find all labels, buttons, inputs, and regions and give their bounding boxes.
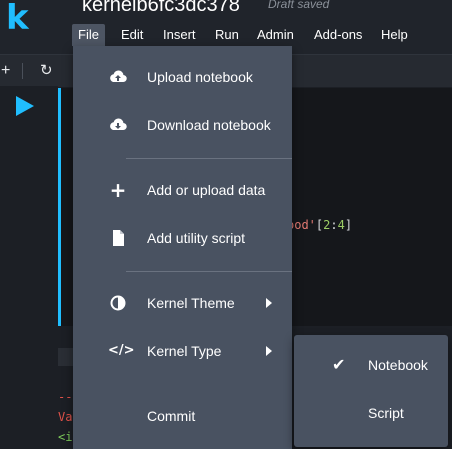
kernel-type-notebook-option[interactable]: ✔ Notebook — [294, 341, 448, 389]
toolbar-divider — [22, 63, 23, 79]
script-option-label: Script — [368, 405, 404, 421]
refresh-icon[interactable]: ↻ — [40, 61, 53, 81]
commit-label: Commit — [147, 408, 196, 424]
chevron-right-icon — [266, 346, 272, 356]
add-data-item[interactable]: + Add or upload data — [73, 166, 292, 214]
kernel-type-script-option[interactable]: Script — [294, 389, 448, 437]
menu-help[interactable]: Help — [375, 24, 414, 46]
menu-divider — [126, 271, 292, 272]
cloud-upload-icon — [108, 67, 128, 87]
code-icon: </> — [108, 343, 135, 358]
kernel-theme-label: Kernel Theme — [147, 295, 235, 311]
output-line: <i — [58, 430, 73, 444]
half-circle-icon — [108, 293, 128, 313]
code-number-end: 4 — [337, 218, 345, 232]
save-status: Draft saved — [268, 0, 330, 11]
output-prompt — [58, 348, 74, 366]
kernel-theme-item[interactable]: Kernel Theme — [73, 279, 292, 327]
menu-addons[interactable]: Add-ons — [308, 24, 368, 46]
checkmark-icon: ✔ — [332, 355, 346, 374]
output-line: Va — [58, 410, 73, 424]
output-line: -- — [58, 390, 73, 404]
code-colon: : — [330, 218, 338, 232]
plus-icon[interactable]: + — [1, 61, 10, 81]
code-bracket-close: ] — [344, 218, 353, 232]
code-fragment: ood'[2:4] — [287, 218, 352, 232]
menu-insert[interactable]: Insert — [157, 24, 202, 46]
kernel-type-label: Kernel Type — [147, 343, 222, 359]
plus-icon: + — [109, 178, 127, 202]
kaggle-logo[interactable]: k — [6, 0, 36, 38]
commit-item[interactable]: Commit — [73, 392, 292, 440]
kernel-type-item[interactable]: </> Kernel Type — [73, 327, 292, 375]
menu-edit[interactable]: Edit — [115, 24, 149, 46]
kernel-type-submenu: ✔ Notebook Script — [294, 335, 448, 447]
file-menu-dropdown: Upload notebook Download notebook + Add … — [73, 46, 292, 449]
menu-divider — [126, 158, 292, 159]
add-utility-script-item[interactable]: Add utility script — [73, 214, 292, 262]
menu-file[interactable]: File — [72, 24, 105, 46]
download-notebook-label: Download notebook — [147, 117, 271, 133]
cloud-download-icon — [108, 115, 128, 135]
add-data-label: Add or upload data — [147, 182, 266, 198]
menu-run[interactable]: Run — [209, 24, 245, 46]
file-icon — [108, 228, 128, 248]
menu-admin[interactable]: Admin — [251, 24, 300, 46]
cell-gutter — [0, 86, 58, 449]
notebook-option-label: Notebook — [368, 357, 428, 373]
upload-notebook-item[interactable]: Upload notebook — [73, 53, 292, 101]
add-utility-script-label: Add utility script — [147, 230, 246, 246]
chevron-right-icon — [266, 298, 272, 308]
run-cell-icon[interactable] — [16, 96, 34, 116]
upload-notebook-label: Upload notebook — [147, 69, 253, 85]
kernel-title[interactable]: kernelb6fc3dc378 — [82, 0, 240, 17]
download-notebook-item[interactable]: Download notebook — [73, 101, 292, 149]
